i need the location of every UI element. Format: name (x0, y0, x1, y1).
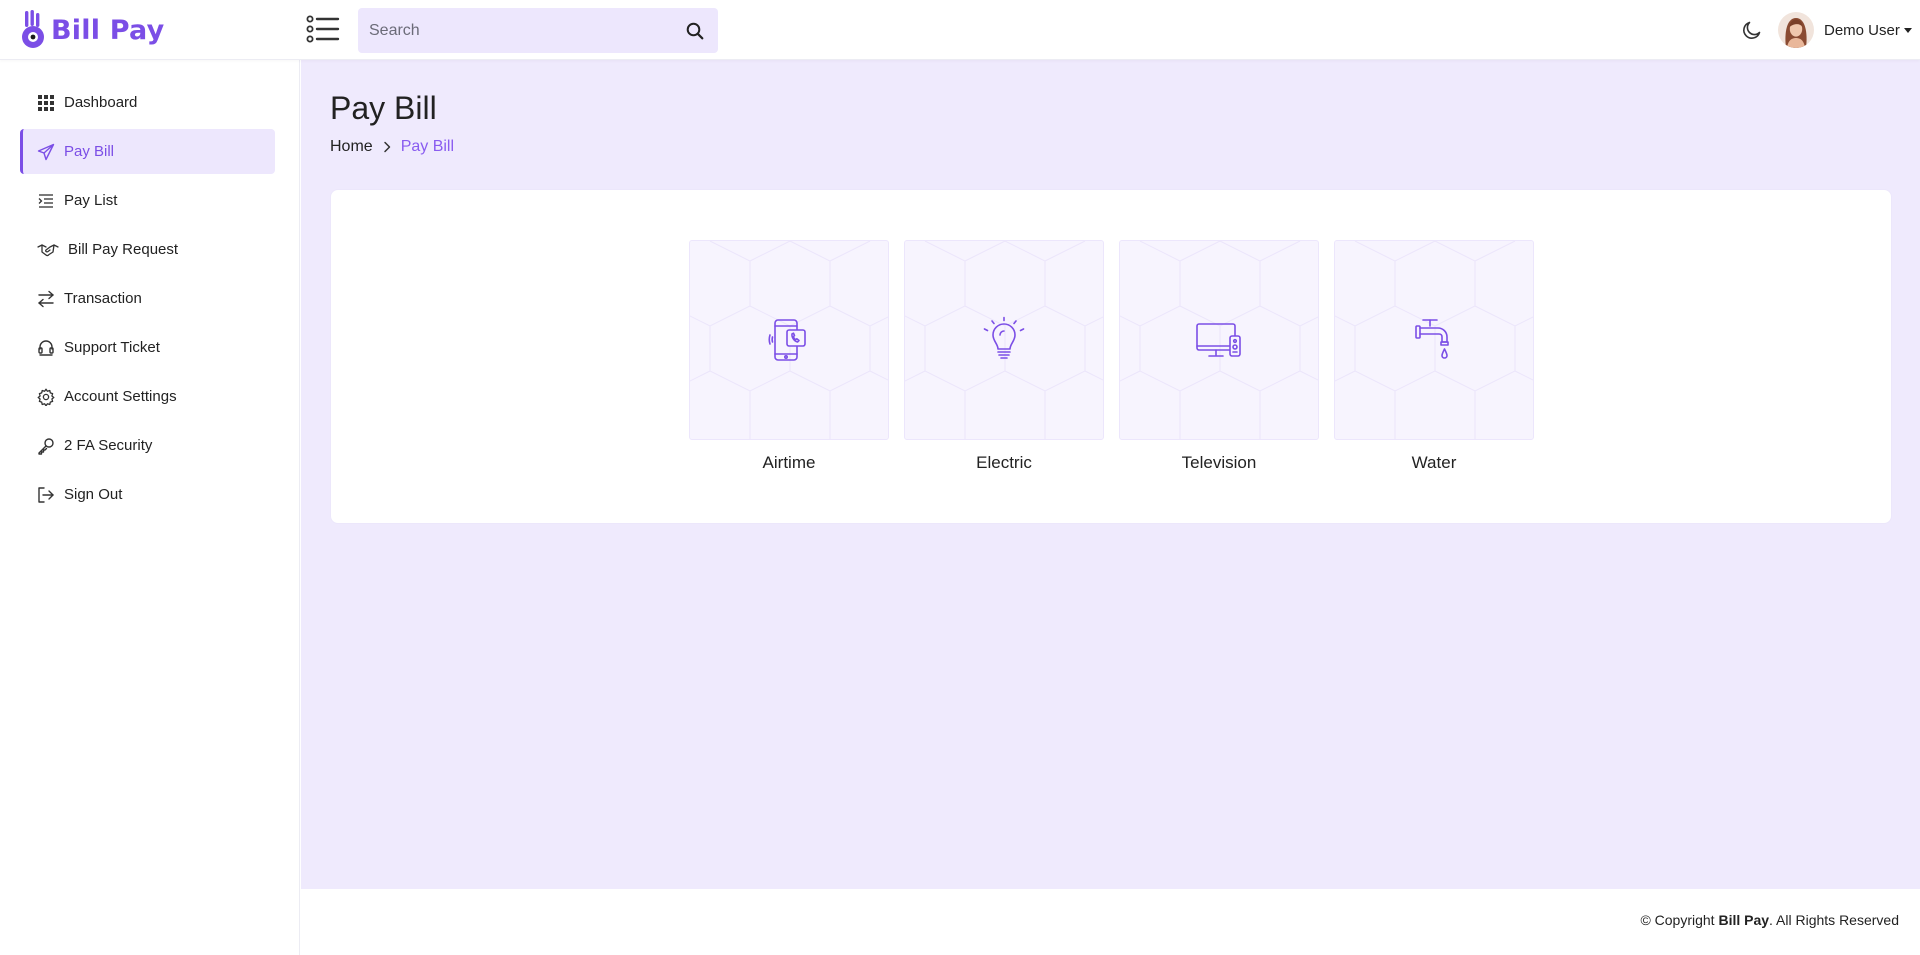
handshake-icon (36, 240, 60, 260)
bill-tile-airtime[interactable]: Airtime (689, 240, 889, 473)
send-icon (36, 142, 56, 162)
bill-tile-electric[interactable]: Electric (904, 240, 1104, 473)
sidebar-item-pay-list[interactable]: Pay List (20, 178, 275, 223)
search-button[interactable] (672, 8, 718, 53)
user-name: Demo User (1824, 21, 1900, 39)
page-title: Pay Bill (330, 90, 437, 126)
bill-tile-water[interactable]: Water (1334, 240, 1534, 473)
bill-category-card: Airtime Electric Television Water (330, 189, 1892, 524)
breadcrumb-current: Pay Bill (400, 138, 455, 155)
light-bulb-icon (983, 316, 1025, 359)
sidebar: Dashboard Pay Bill Pay List Bill Pay Req… (0, 60, 300, 955)
user-menu[interactable]: Demo User (1778, 11, 1912, 49)
sidebar-item-account-settings[interactable]: Account Settings (20, 374, 275, 419)
top-header: Bill Pay Demo Use (0, 0, 1920, 60)
arrows-exchange-icon (36, 289, 56, 309)
sidebar-item-bill-pay-request[interactable]: Bill Pay Request (20, 227, 275, 272)
tv-remote-icon (1196, 323, 1241, 357)
footer: © Copyright Bill Pay. All Rights Reserve… (301, 889, 1920, 955)
tile-box (689, 240, 889, 440)
copyright-text: © Copyright Bill Pay. All Rights Reserve… (1640, 912, 1899, 928)
search-input[interactable] (358, 8, 672, 53)
gear-icon (36, 387, 56, 407)
headset-icon (36, 338, 56, 358)
avatar (1778, 12, 1814, 48)
menu-toggle-icon[interactable] (306, 14, 340, 44)
sidebar-item-label: Transaction (64, 290, 142, 307)
sidebar-item-label: Pay Bill (64, 143, 115, 160)
sidebar-item-label: Bill Pay Request (68, 241, 179, 258)
chevron-right-icon (383, 141, 390, 153)
sidebar-item-label: Support Ticket (64, 339, 160, 356)
tile-box (1119, 240, 1319, 440)
copyright-prefix: © Copyright (1640, 912, 1719, 928)
copyright-suffix: . All Rights Reserved (1769, 912, 1899, 928)
sidebar-item-dashboard[interactable]: Dashboard (20, 80, 275, 125)
chevron-down-icon (1903, 27, 1912, 33)
sidebar-item-label: Dashboard (64, 94, 138, 111)
dark-mode-toggle-icon[interactable] (1740, 18, 1764, 42)
logo-text: Bill Pay (51, 14, 165, 46)
tile-label: Water (1411, 453, 1457, 472)
sidebar-item-label: Pay List (64, 192, 118, 209)
water-tap-icon (1415, 319, 1449, 359)
bill-tile-television[interactable]: Television (1119, 240, 1319, 473)
key-icon (36, 436, 56, 456)
sidebar-item-label: Account Settings (64, 388, 177, 405)
sidebar-item-2fa-security[interactable]: 2 FA Security (20, 423, 275, 468)
breadcrumb-home-link[interactable]: Home (330, 138, 373, 156)
list-icon (36, 191, 56, 211)
sidebar-item-label: Sign Out (64, 486, 123, 503)
phone-call-icon (768, 319, 806, 361)
search-icon (686, 22, 704, 39)
logo[interactable]: Bill Pay (20, 8, 164, 52)
search-bar (358, 8, 718, 53)
sign-out-icon (36, 485, 56, 505)
tile-box (904, 240, 1104, 440)
logo-hand-icon (22, 10, 44, 48)
sidebar-item-pay-bill[interactable]: Pay Bill (20, 129, 275, 174)
bill-category-list: Airtime Electric Television Water (689, 240, 1549, 473)
sidebar-item-sign-out[interactable]: Sign Out (20, 472, 275, 517)
tile-box (1334, 240, 1534, 440)
tile-label: Television (1181, 453, 1257, 472)
sidebar-item-transaction[interactable]: Transaction (20, 276, 275, 321)
grid-icon (36, 93, 56, 113)
tile-label: Airtime (762, 453, 816, 472)
breadcrumb: Home Pay Bill (330, 138, 454, 156)
sidebar-item-support-ticket[interactable]: Support Ticket (20, 325, 275, 370)
copyright-brand: Bill Pay (1718, 912, 1770, 928)
main-content: Pay Bill Home Pay Bill Airtime Electric … (301, 60, 1920, 889)
tile-label: Electric (976, 453, 1032, 472)
sidebar-item-label: 2 FA Security (64, 437, 153, 454)
